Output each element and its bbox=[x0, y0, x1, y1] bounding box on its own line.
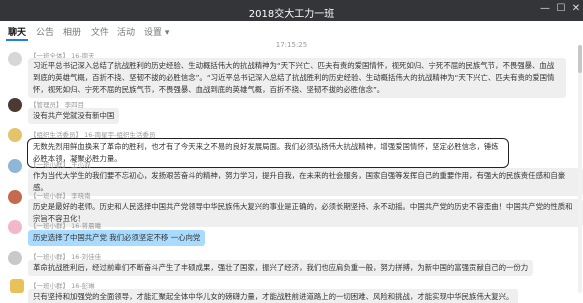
tab-chat[interactable]: 聊天 bbox=[5, 25, 29, 41]
avatar[interactable] bbox=[8, 190, 22, 204]
title-bar: 2018交大工力一班 — ☐ ✕ bbox=[0, 0, 583, 21]
avatar[interactable] bbox=[8, 159, 22, 173]
avatar[interactable] bbox=[8, 98, 22, 112]
message-bubble: 历史选择了中国共产党 我们必须坚定不移 一心向党 bbox=[28, 230, 206, 246]
scrollbar-track[interactable] bbox=[578, 45, 582, 293]
tab-album[interactable]: 相册 bbox=[63, 25, 81, 38]
tab-files[interactable]: 文件 bbox=[91, 25, 109, 38]
avatar[interactable] bbox=[8, 220, 22, 234]
message-bubble: 革命抗战胜利后，经过前辈们不断奋斗产生了丰硕成果，强壮了国家，振兴了经济，我们也… bbox=[28, 260, 534, 276]
window-title: 2018交大工力一班 bbox=[248, 9, 335, 20]
message-bubble: 没有共产党就没有新中国 bbox=[28, 108, 120, 124]
message-timestamp: 17:15:25 bbox=[275, 41, 308, 49]
chat-area: 17:15:25 【一班全体】 16-周天 习近平总书记深入总结了抗战胜利的历史… bbox=[0, 41, 583, 303]
message-bubble: 习近平总书记深入总结了抗战胜利的历史经验、生动概括伟大的抗战精神为“天下兴亡、匹… bbox=[28, 58, 566, 98]
minimize-icon[interactable]: — bbox=[539, 3, 551, 15]
message-bubble: 只有坚持和加强党的全面领导，才能汇聚起全体中华儿女的磅礴力量，才能战胜前进道路上… bbox=[28, 289, 519, 303]
avatar[interactable] bbox=[8, 52, 22, 66]
scrollbar-thumb[interactable] bbox=[578, 45, 582, 73]
message-bubble: 历史是最好的老师。历史和人民选择中国共产党领导中华民族伟大复兴的事业是正确的，必… bbox=[28, 199, 583, 227]
maximize-icon[interactable]: ☐ bbox=[555, 3, 567, 15]
avatar[interactable] bbox=[8, 128, 22, 142]
message-bubble-highlighted: 无数先烈用鲜血换来了革命的胜利，也才有了今天来之不易的良好发展局面。我们必须弘扬… bbox=[27, 138, 509, 168]
sender-name: 【一班小群】 16-蒋晨曦 bbox=[30, 222, 102, 230]
tab-bar: 聊天 公告 相册 文件 活动 设置 ▾ bbox=[0, 21, 583, 42]
close-icon[interactable]: ✕ bbox=[570, 3, 582, 15]
tab-settings[interactable]: 设置 ▾ bbox=[144, 25, 169, 38]
avatar[interactable] bbox=[10, 279, 24, 293]
avatar[interactable] bbox=[8, 251, 22, 265]
tab-announcements[interactable]: 公告 bbox=[36, 25, 54, 38]
tab-activities[interactable]: 活动 bbox=[117, 25, 135, 38]
message-bubble: 作为当代大学生的我们要不忘初心，发扬艰苦奋斗的精神，努力学习，提升自我，在未来的… bbox=[28, 168, 583, 196]
